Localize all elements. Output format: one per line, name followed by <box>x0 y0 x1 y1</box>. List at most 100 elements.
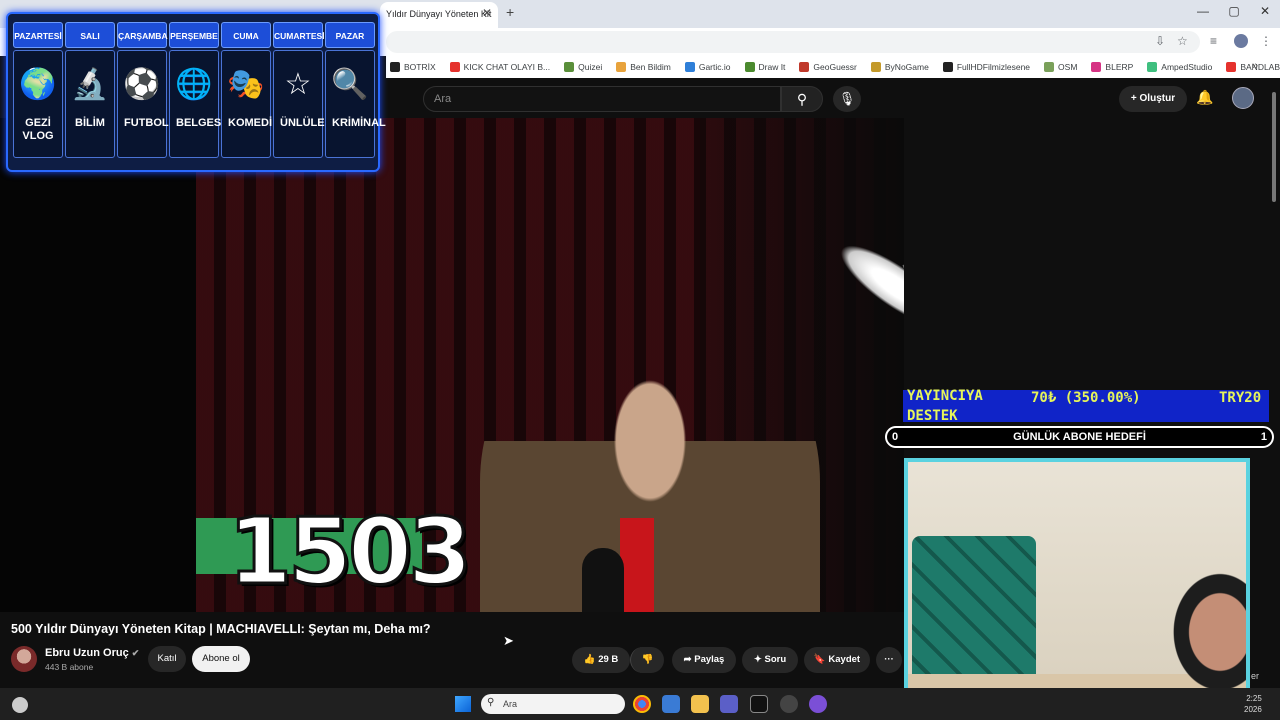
clock-time: 2:25 <box>1246 694 1262 703</box>
new-tab-button[interactable]: + <box>506 4 514 20</box>
chrome-taskbar-icon[interactable] <box>633 695 651 713</box>
share-button[interactable]: ➦ Paylaş <box>672 647 736 673</box>
globe-plane-icon: 🌍 <box>19 68 57 101</box>
system-clock[interactable]: 2:25 2026 <box>1244 693 1262 715</box>
browser-tab[interactable]: Yıldır Dünyayı Yöneten Kit <box>380 2 498 28</box>
join-button[interactable]: Katıl <box>148 646 186 672</box>
bookmark-favicon-icon <box>1147 62 1158 72</box>
save-label: Kaydet <box>828 654 861 665</box>
menu-dots-icon[interactable]: ⋮ <box>1260 34 1272 48</box>
steam-taskbar-icon[interactable] <box>780 695 798 713</box>
mic-icon: 🎙 <box>838 91 856 106</box>
profile-avatar[interactable] <box>1234 34 1248 48</box>
ask-button[interactable]: ✦ Soru <box>742 647 798 673</box>
widgets-icon[interactable] <box>12 697 28 713</box>
close-window-button[interactable]: ✕ <box>1250 4 1280 18</box>
schedule-card: 🌐 BELGESEL <box>169 50 235 158</box>
schedule-category: FUTBOL <box>124 117 169 129</box>
create-button[interactable]: + Oluştur <box>1119 86 1187 112</box>
schedule-day-name: PERŞEMBE <box>169 22 219 48</box>
thumbs-down-icon: 👎 <box>641 654 654 665</box>
plus-icon: + <box>1130 93 1140 104</box>
bookmark-favicon-icon <box>616 62 627 72</box>
page-scrollbar[interactable] <box>1272 92 1276 202</box>
bookmark-item[interactable]: BLERP <box>1091 62 1133 72</box>
bookmark-item[interactable]: ByNoGame <box>870 62 929 72</box>
webcam-partial-text: er <box>1251 671 1260 681</box>
install-icon[interactable]: ⇩ <box>1155 34 1165 48</box>
search-button[interactable]: ⚲ <box>781 86 823 112</box>
studio-microphone <box>582 548 624 612</box>
bookmark-item[interactable]: Ben Bildim <box>616 62 671 72</box>
bookmark-item[interactable]: BOTRİX <box>390 62 436 72</box>
bookmark-favicon-icon <box>744 62 755 72</box>
bookmark-item[interactable]: OSM <box>1044 62 1077 72</box>
schedule-card: 🔬 BİLİM <box>65 50 115 158</box>
schedule-day: PAZAR 🔍 KRİMİNAL <box>325 22 386 160</box>
voice-search-button[interactable]: 🎙 <box>833 86 861 112</box>
presenter-tie <box>620 518 654 612</box>
bookmark-favicon-icon <box>684 62 695 72</box>
notifications-bell-icon[interactable]: 🔔 <box>1196 89 1213 106</box>
tab-title: Yıldır Dünyayı Yöneten Kit <box>386 9 492 19</box>
account-avatar[interactable] <box>1232 87 1254 109</box>
subscribe-button[interactable]: Abone ol <box>192 646 250 672</box>
bookmark-label: FullHDFilmizlesene <box>956 62 1031 72</box>
schedule-category: BİLİM <box>75 117 105 129</box>
save-button[interactable]: 🔖 Kaydet <box>804 647 870 673</box>
mouse-cursor-icon: ➤ <box>503 633 514 648</box>
donate-goal: TRY20 <box>1219 390 1262 406</box>
weekly-schedule-overlay: PAZARTESİ 🌍 GEZİ VLOG SALI 🔬 BİLİM ÇARŞAMBA ⚽ FU… <box>6 12 386 172</box>
bookmark-item[interactable]: Quizei <box>564 62 602 72</box>
like-button[interactable]: 👍 29 B <box>572 647 630 673</box>
app-taskbar-icon[interactable] <box>662 695 680 713</box>
channel-name-text: Ebru Uzun Oruç <box>45 647 129 659</box>
media-icon[interactable]: ≡ <box>1210 34 1217 48</box>
bookmark-item[interactable]: KICK CHAT OLAYI B... <box>449 62 551 72</box>
donate-amount: 70₺ (350.00%) <box>1031 390 1141 406</box>
channel-name[interactable]: Ebru Uzun Oruç ✔ <box>45 647 139 659</box>
donate-title-line2: DESTEK <box>907 408 958 424</box>
bookmark-star-icon[interactable]: ☆ <box>1177 34 1188 48</box>
soccer-ball-icon: ⚽ <box>123 68 161 101</box>
bookmark-label: KICK CHAT OLAYI B... <box>463 62 551 72</box>
epic-taskbar-icon[interactable] <box>750 695 768 713</box>
donate-title-line1: YAYINCIYA <box>907 388 983 404</box>
goal-target: 1 <box>1260 431 1267 443</box>
more-actions-button[interactable]: ··· <box>876 647 902 673</box>
schedule-day: CUMA 🎭 KOMEDİ <box>221 22 272 160</box>
donation-widget: YAYINCIYA DESTEK 70₺ (350.00%) TRY20 <box>903 388 1269 424</box>
schedule-category: GEZİ VLOG <box>22 117 54 142</box>
more-bookmarks-icon[interactable]: » <box>1252 60 1258 72</box>
taskbar-search[interactable]: Ara <box>481 694 625 714</box>
bookmark-favicon-icon <box>870 62 881 72</box>
start-button[interactable] <box>455 696 471 712</box>
bookmark-label: GeoGuessr <box>813 62 857 72</box>
address-bar[interactable] <box>386 31 1200 53</box>
folder-taskbar-icon[interactable] <box>691 695 709 713</box>
goal-label: GÜNLÜK ABONE HEDEFİ <box>1013 431 1146 443</box>
bookmark-item[interactable]: AmpedStudio <box>1147 62 1212 72</box>
channel-avatar[interactable] <box>11 646 37 672</box>
schedule-day-name: CUMA <box>221 22 271 48</box>
bookmark-item[interactable]: GeoGuessr <box>799 62 857 72</box>
clock-date: 2026 <box>1244 705 1262 714</box>
bookmark-item[interactable]: Gartic.io <box>684 62 731 72</box>
search-input[interactable]: Ara <box>423 86 781 112</box>
bookmark-item[interactable]: FullHDFilmizlesene <box>942 62 1031 72</box>
bookmark-label: BLERP <box>1105 62 1134 72</box>
teams-taskbar-icon[interactable] <box>720 695 738 713</box>
bookmark-label: Ben Bildim <box>630 62 671 72</box>
maximize-button[interactable]: ▢ <box>1219 4 1249 18</box>
schedule-day: ÇARŞAMBA ⚽ FUTBOL <box>117 22 169 160</box>
bookmark-favicon-icon <box>942 62 953 72</box>
obs-taskbar-icon[interactable] <box>809 695 827 713</box>
dislike-button[interactable]: 👎 <box>630 647 664 673</box>
bookmark-item[interactable]: Draw It <box>744 62 785 72</box>
bookmark-favicon-icon <box>564 62 575 72</box>
schedule-category: KRİMİNAL <box>332 117 386 129</box>
minimize-button[interactable]: — <box>1188 4 1218 18</box>
tab-close-icon[interactable]: ✕ <box>482 6 492 20</box>
bookmark-icon: 🔖 <box>813 654 829 665</box>
bookmark-label: AmpedStudio <box>1161 62 1213 72</box>
